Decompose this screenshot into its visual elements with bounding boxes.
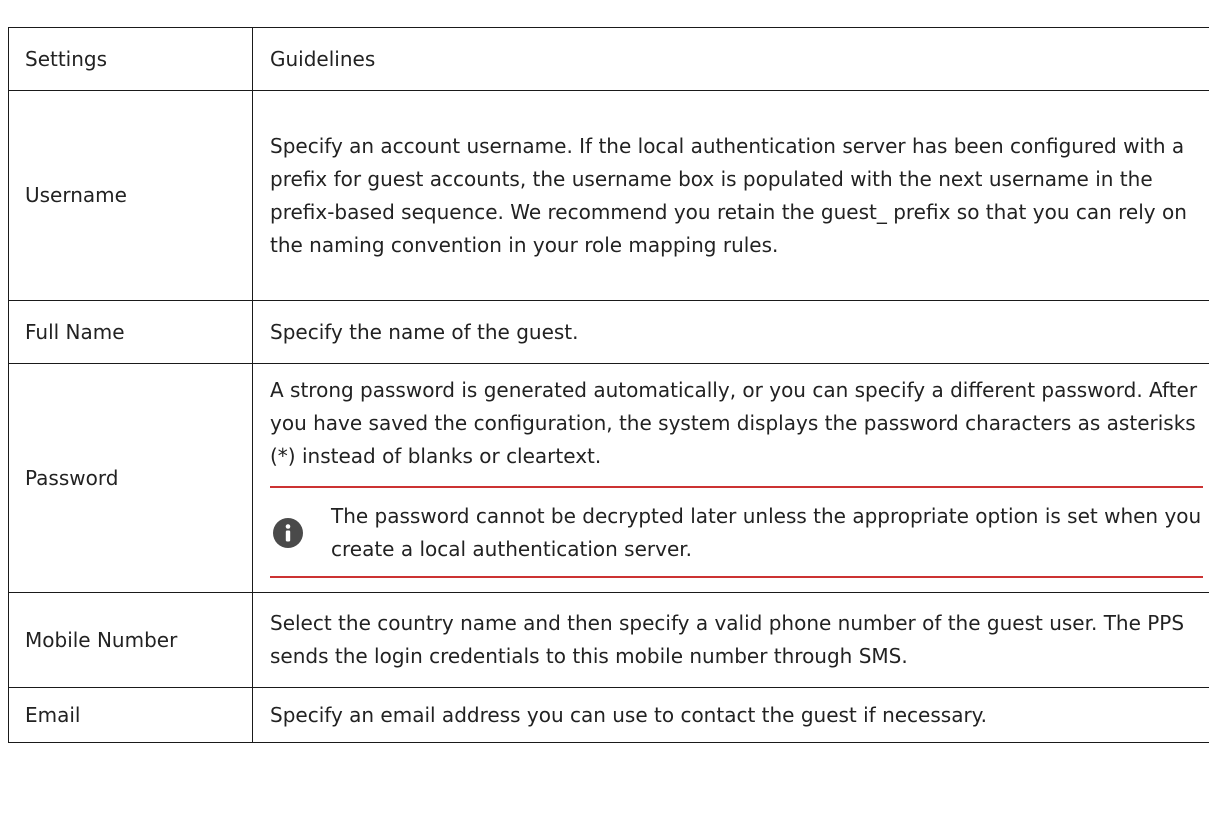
table-header-row: Settings Guidelines bbox=[8, 27, 1209, 91]
setting-name: Mobile Number bbox=[8, 592, 253, 688]
setting-name: Username bbox=[8, 90, 253, 301]
table-row: Email Specify an email address you can u… bbox=[8, 687, 1209, 743]
table-row: Username Specify an account username. If… bbox=[8, 90, 1209, 301]
setting-guideline-cell: A strong password is generated automatic… bbox=[252, 363, 1209, 593]
setting-guideline: Specify the name of the guest. bbox=[252, 300, 1209, 364]
table-row: Password A strong password is generated … bbox=[8, 363, 1209, 593]
setting-guideline: Specify an email address you can use to … bbox=[252, 687, 1209, 743]
setting-name: Full Name bbox=[8, 300, 253, 364]
header-settings: Settings bbox=[8, 27, 253, 91]
table-row: Full Name Specify the name of the guest. bbox=[8, 300, 1209, 364]
info-icon bbox=[273, 517, 303, 548]
note-text: The password cannot be decrypted later u… bbox=[331, 503, 1202, 561]
settings-table: Settings Guidelines Username Specify an … bbox=[8, 27, 1209, 743]
setting-guideline: Select the country name and then specify… bbox=[252, 592, 1209, 688]
note-callout: The password cannot be decrypted later u… bbox=[270, 485, 1203, 578]
setting-name: Password bbox=[8, 363, 253, 593]
table-row: Mobile Number Select the country name an… bbox=[8, 592, 1209, 688]
setting-name: Email bbox=[8, 687, 253, 743]
setting-guideline: Specify an account username. If the loca… bbox=[252, 90, 1209, 301]
setting-guideline: A strong password is generated automatic… bbox=[270, 377, 1198, 468]
header-guidelines: Guidelines bbox=[252, 27, 1209, 91]
